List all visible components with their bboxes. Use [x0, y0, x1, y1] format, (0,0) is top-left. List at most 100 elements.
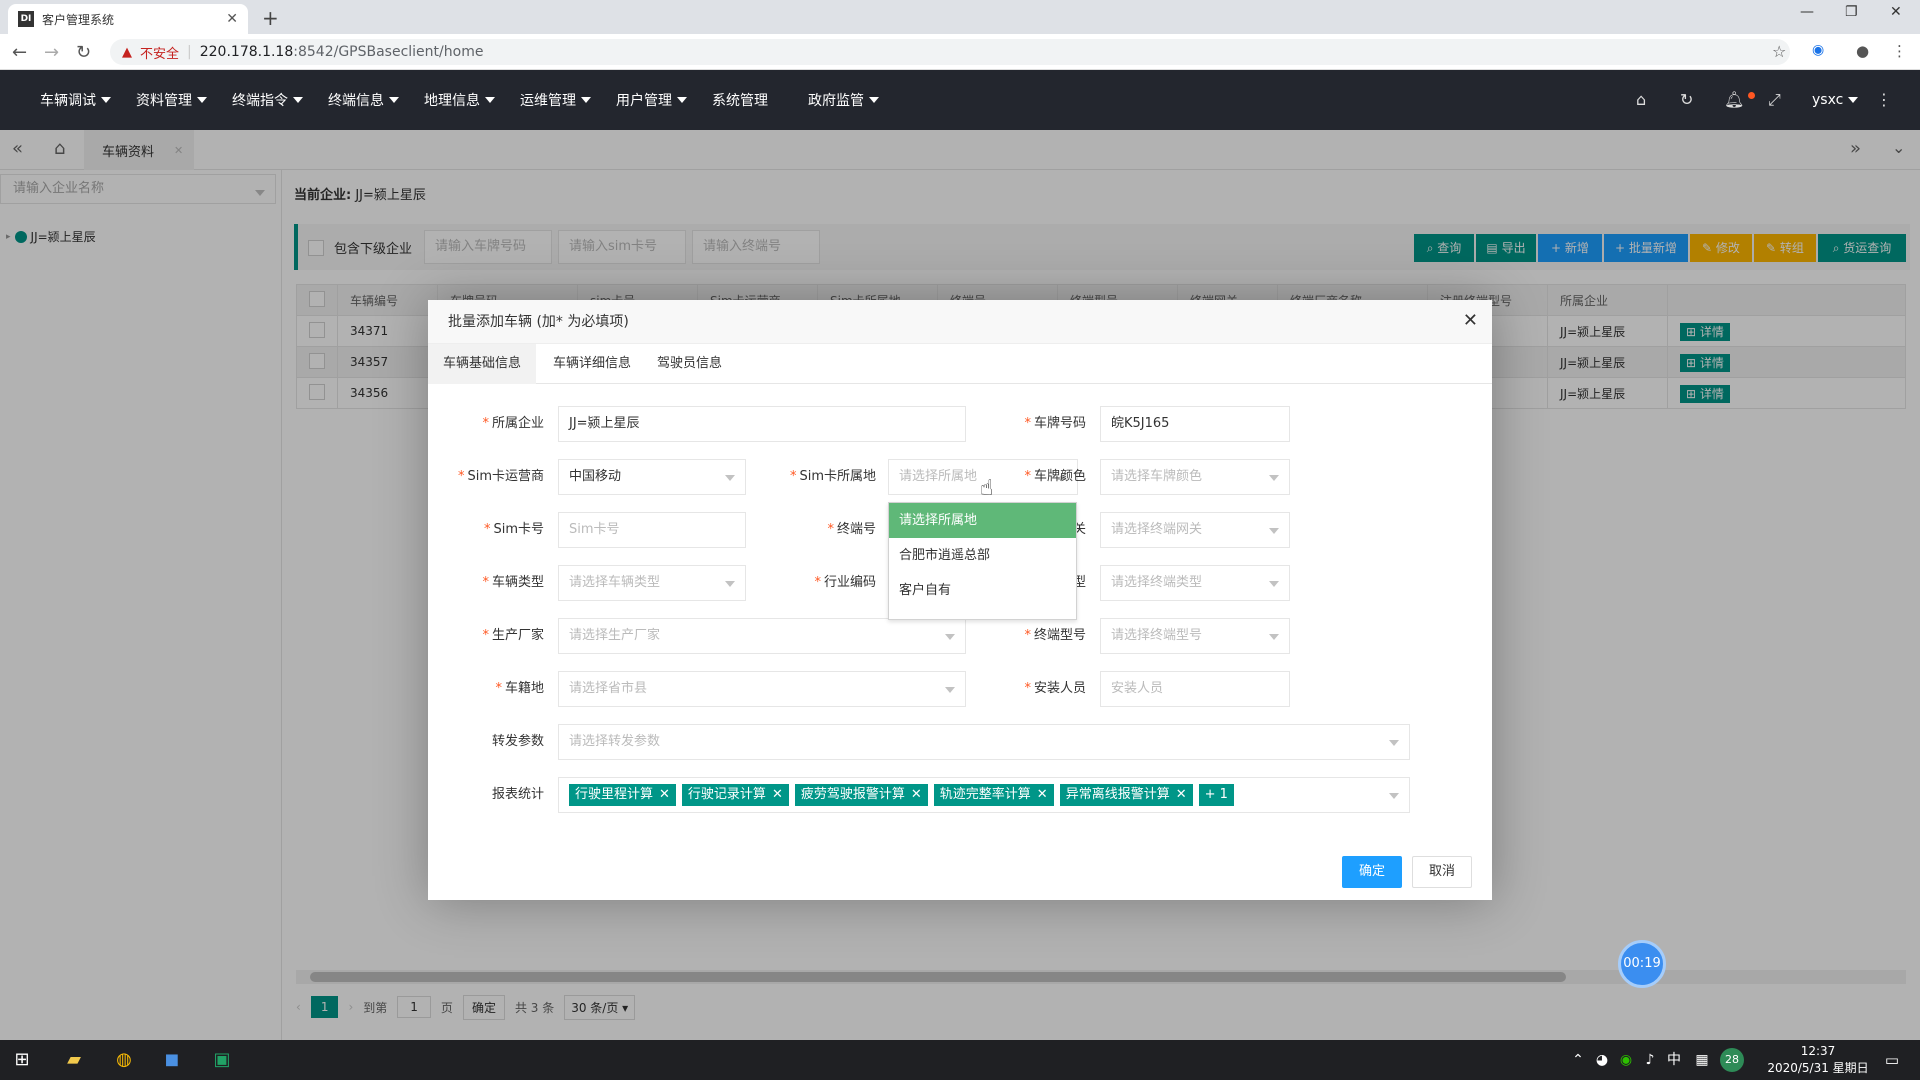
- plate-field[interactable]: 皖K5J165: [1100, 406, 1290, 442]
- report-more-chip[interactable]: + 1: [1198, 784, 1234, 806]
- vehicle-type-select[interactable]: 请选择车辆类型: [558, 565, 746, 601]
- app-header: 车辆调试 资料管理 终端指令 终端信息 地理信息 运维管理 用户管理 系统管理 …: [0, 70, 1920, 130]
- remove-icon[interactable]: ✕: [1176, 787, 1187, 802]
- home-icon[interactable]: ⌂: [1636, 90, 1646, 109]
- cursor-hand-icon: ☝: [980, 476, 994, 501]
- menu-geo-info[interactable]: 地理信息: [424, 70, 495, 130]
- remove-icon[interactable]: ✕: [911, 787, 922, 802]
- sim-no-label: * Sim卡号: [483, 522, 544, 537]
- vehicle-type-label: * 车辆类型: [482, 575, 544, 590]
- report-chip: 轨迹完整率计算 ✕: [933, 784, 1054, 806]
- excel-icon[interactable]: ▣: [208, 1046, 236, 1074]
- plate-color-label: * 车牌颜色: [1024, 469, 1086, 484]
- company-field[interactable]: JJ=颍上星辰: [558, 406, 966, 442]
- tab-title: 客户管理系统: [42, 12, 115, 27]
- back-icon[interactable]: ←: [12, 42, 27, 63]
- chrome-icon[interactable]: ◍: [110, 1046, 138, 1074]
- menu-system[interactable]: 系统管理: [712, 70, 768, 130]
- installer-input[interactable]: 安装人员: [1100, 671, 1290, 707]
- report-chip: 疲劳驾驶报警计算 ✕: [794, 784, 928, 806]
- minimize-icon[interactable]: —: [1800, 4, 1814, 20]
- report-chip: 异常离线报警计算 ✕: [1059, 784, 1193, 806]
- url-path: :8542/GPSBaseclient/home: [293, 44, 484, 60]
- file-explorer-icon[interactable]: ▰: [60, 1046, 88, 1074]
- windows-start-icon[interactable]: ⊞: [8, 1046, 36, 1074]
- menu-data-management[interactable]: 资料管理: [136, 70, 207, 130]
- browser-tabbar: DI 客户管理系统 ✕ + — ❐ ✕: [0, 0, 1920, 34]
- bell-icon[interactable]: 🔔︎: [1724, 90, 1744, 109]
- fullscreen-icon[interactable]: ⤢: [1768, 90, 1781, 110]
- ime-indicator[interactable]: 中: [1660, 1046, 1688, 1074]
- warning-icon: ▲: [122, 44, 132, 60]
- address-bar: ← → ↻ ▲ 不安全 | 220.178.1.18:8542/GPSBasec…: [0, 34, 1920, 70]
- dropdown-option[interactable]: 请选择所属地: [889, 503, 1076, 538]
- reload-icon[interactable]: ↻: [76, 42, 91, 63]
- menu-vehicle-debug[interactable]: 车辆调试: [40, 70, 111, 130]
- sim-no-input[interactable]: Sim卡号: [558, 512, 746, 548]
- tab-detail-info[interactable]: 车辆详细信息: [538, 344, 646, 384]
- profile-icon[interactable]: ●: [1856, 42, 1869, 60]
- cancel-button[interactable]: 取消: [1412, 856, 1472, 888]
- system-clock[interactable]: 12:37 2020/5/31 星期日: [1762, 1043, 1874, 1077]
- manufacturer-select[interactable]: 请选择生产厂家: [558, 618, 966, 654]
- plate-label: * 车牌号码: [1024, 416, 1086, 431]
- menu-terminal-info[interactable]: 终端信息: [328, 70, 399, 130]
- restore-icon[interactable]: ❐: [1845, 4, 1858, 20]
- dropdown-option[interactable]: 客户自有: [889, 573, 1076, 608]
- remove-icon[interactable]: ✕: [659, 787, 670, 802]
- menu-terminal-command[interactable]: 终端指令: [232, 70, 303, 130]
- notification-center-icon[interactable]: ▭: [1878, 1046, 1906, 1074]
- user-menu[interactable]: ysxc: [1812, 70, 1859, 130]
- ime-grid-icon[interactable]: ▦: [1688, 1046, 1716, 1074]
- app-icon[interactable]: ◼: [158, 1046, 186, 1074]
- terminal-model-select[interactable]: 请选择终端型号: [1100, 618, 1290, 654]
- notification-dot: [1748, 92, 1755, 99]
- browser-tab[interactable]: DI 客户管理系统 ✕: [8, 4, 248, 34]
- report-chip: 行驶里程计算 ✕: [569, 784, 676, 806]
- sim-operator-label: * Sim卡运营商: [457, 469, 544, 484]
- taskbar: ⊞ ▰ ◍ ◼ ▣ ⌃ ◕ ◉ ♪ 中 ▦ 28 12:37 2020/5/31…: [0, 1040, 1920, 1080]
- more-icon[interactable]: ⋮: [1876, 90, 1892, 109]
- plate-color-select[interactable]: 请选择车牌颜色: [1100, 459, 1290, 495]
- registry-label: * 车籍地: [495, 681, 544, 696]
- installer-label: * 安装人员: [1024, 681, 1086, 696]
- terminal-type-select[interactable]: 请选择终端类型: [1100, 565, 1290, 601]
- dropdown-option[interactable]: 合肥市逍遥总部: [889, 538, 1076, 573]
- forward-icon[interactable]: →: [44, 42, 59, 63]
- registry-select[interactable]: 请选择省市县: [558, 671, 966, 707]
- url-host: 220.178.1.18: [199, 44, 294, 60]
- url-input[interactable]: ▲ 不安全 | 220.178.1.18:8542/GPSBaseclient/…: [110, 39, 1790, 65]
- close-icon[interactable]: ✕: [226, 11, 238, 27]
- browser-menu-icon[interactable]: ⋮: [1892, 42, 1907, 60]
- remove-icon[interactable]: ✕: [772, 787, 783, 802]
- timer-badge[interactable]: 00:19: [1618, 940, 1666, 988]
- industry-code-label: * 行业编码: [814, 575, 876, 590]
- terminal-no-label: * 终端号: [827, 522, 876, 537]
- tray-badge[interactable]: 28: [1720, 1048, 1744, 1072]
- terminal-model-label: * 终端型号: [1024, 628, 1086, 643]
- confirm-button[interactable]: 确定: [1342, 856, 1402, 888]
- remove-icon[interactable]: ✕: [1037, 787, 1048, 802]
- close-icon[interactable]: ✕: [1463, 310, 1478, 331]
- sim-location-label: * Sim卡所属地: [789, 469, 876, 484]
- refresh-icon[interactable]: ↻: [1680, 90, 1693, 109]
- extension-icon[interactable]: ◉: [1812, 42, 1824, 58]
- menu-user[interactable]: 用户管理: [616, 70, 687, 130]
- sim-location-dropdown: 请选择所属地 合肥市逍遥总部 客户自有: [888, 502, 1077, 620]
- report-multiselect[interactable]: 行驶里程计算 ✕ 行驶记录计算 ✕ 疲劳驾驶报警计算 ✕ 轨迹完整率计算 ✕ 异常离线报警计算 ✕…: [558, 777, 1410, 813]
- tab-driver-info[interactable]: 驾驶员信息: [642, 344, 737, 384]
- star-icon[interactable]: ☆: [1772, 42, 1786, 61]
- not-secure-label: 不安全: [140, 46, 180, 62]
- new-tab-icon[interactable]: +: [262, 6, 279, 30]
- forward-select[interactable]: 请选择转发参数: [558, 724, 1410, 760]
- terminal-gateway-select[interactable]: 请选择终端网关: [1100, 512, 1290, 548]
- menu-ops[interactable]: 运维管理: [520, 70, 591, 130]
- manufacturer-label: * 生产厂家: [482, 628, 544, 643]
- dialog-title: 批量添加车辆 (加* 为必填项): [428, 300, 1492, 344]
- forward-label: 转发参数: [491, 734, 544, 749]
- tab-basic-info[interactable]: 车辆基础信息: [428, 344, 537, 384]
- sim-operator-select[interactable]: 中国移动: [558, 459, 746, 495]
- menu-gov[interactable]: 政府监管: [808, 70, 879, 130]
- favicon-icon: DI: [18, 11, 34, 27]
- window-close-icon[interactable]: ✕: [1890, 4, 1902, 20]
